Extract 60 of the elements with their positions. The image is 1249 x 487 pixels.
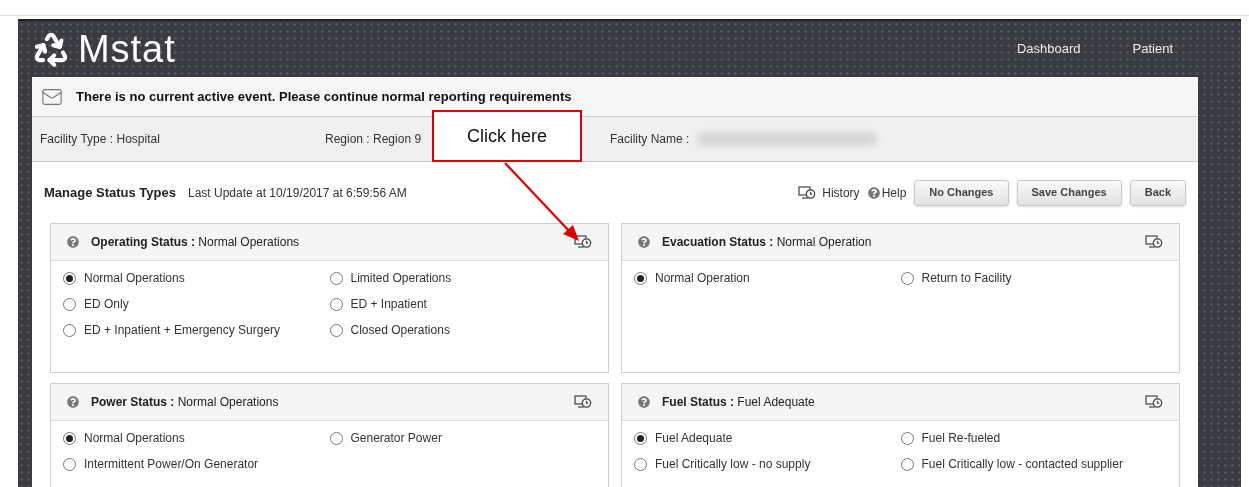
radio-button[interactable] [634, 431, 647, 445]
option-label: Generator Power [350, 430, 442, 447]
panel-title: Operating Status : Normal Operations [91, 234, 300, 251]
nav-link[interactable]: Dashboard [1016, 39, 1081, 59]
option-label: Normal Operations [84, 430, 185, 447]
radio-button[interactable] [900, 431, 914, 445]
radio-button[interactable] [634, 271, 647, 285]
last-update: Last Update at 10/19/2017 at 6:59:56 AM [187, 184, 407, 202]
history-icon[interactable] [574, 235, 592, 249]
radio-button[interactable] [900, 457, 914, 471]
radio-button[interactable] [63, 297, 76, 311]
toolbar-button[interactable]: Save Changes [1016, 179, 1122, 206]
brand-logo: Mstat [78, 26, 176, 72]
facility-field: Region : Region 9 [325, 130, 422, 148]
section-title: Manage Status Types [44, 183, 176, 202]
help-icon[interactable] [67, 396, 79, 408]
option-label: Fuel Adequate [655, 430, 733, 447]
option-label: Closed Operations [350, 322, 450, 339]
radio-button[interactable] [63, 323, 76, 337]
history-link[interactable]: History [822, 183, 860, 202]
callout-box: Click here [432, 110, 582, 162]
facility-field: Facility Name : [610, 130, 690, 148]
option-label: ED Only [84, 296, 129, 313]
option-label: Intermittent Power/On Generator [84, 456, 259, 473]
option-label: Limited Operations [350, 270, 452, 287]
option-label: Normal Operation [655, 270, 750, 287]
nav-link[interactable]: Patient [1132, 39, 1173, 59]
option-label: ED + Inpatient [350, 296, 427, 313]
radio-button[interactable] [329, 271, 343, 285]
recycle-logo-icon [32, 30, 70, 68]
radio-button[interactable] [634, 457, 647, 471]
toolbar-button[interactable]: Back [1129, 179, 1186, 206]
panel-title: Fuel Status : Fuel Adequate [662, 394, 815, 411]
help-icon[interactable] [638, 236, 650, 248]
panel-title: Evacuation Status : Normal Operation [662, 234, 872, 251]
help-link[interactable]: Help [881, 183, 907, 202]
facility-field: Facility Type : Hospital [40, 130, 160, 148]
alert-message: There is no current active event. Please continue normal reporting requirements [76, 87, 572, 106]
history-icon[interactable] [1145, 235, 1163, 249]
panel-title: Power Status : Normal Operations [91, 394, 279, 411]
radio-button[interactable] [63, 431, 76, 445]
help-icon[interactable] [638, 396, 650, 408]
option-label: Return to Facility [921, 270, 1012, 287]
help-icon[interactable] [67, 236, 79, 248]
radio-button[interactable] [63, 457, 76, 471]
option-label: ED + Inpatient + Emergency Surgery [84, 322, 281, 339]
history-icon[interactable] [574, 395, 592, 409]
radio-button[interactable] [329, 297, 343, 311]
radio-button[interactable] [63, 271, 76, 285]
history-icon[interactable] [798, 185, 817, 200]
option-label: Fuel Critically low - no supply [655, 456, 811, 473]
radio-button[interactable] [900, 271, 914, 285]
history-icon[interactable] [1145, 395, 1163, 409]
option-label: Normal Operations [84, 270, 185, 287]
radio-button[interactable] [329, 323, 343, 337]
toolbar-button[interactable]: No Changes [914, 179, 1009, 206]
option-label: Fuel Critically low - contacted supplier [921, 456, 1123, 473]
help-icon[interactable] [867, 186, 880, 199]
option-label: Fuel Re-fueled [921, 430, 1001, 447]
radio-button[interactable] [329, 431, 343, 445]
